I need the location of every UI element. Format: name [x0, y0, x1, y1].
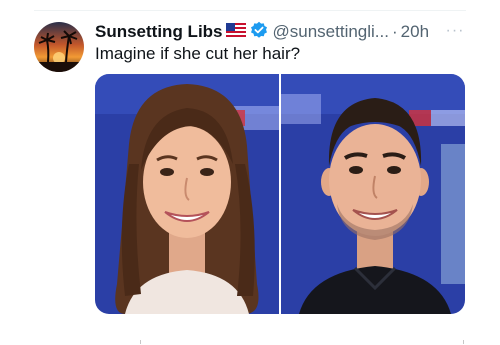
timestamp[interactable]: 20h — [401, 22, 429, 42]
user-handle[interactable]: @sunsettingli... — [273, 22, 389, 42]
us-flag-icon — [225, 22, 246, 42]
separator-dot: · — [391, 22, 398, 41]
photo-woman-long-hair[interactable] — [95, 74, 279, 314]
tweet-text: Imagine if she cut her hair? — [95, 44, 301, 63]
photo-man-short-hair[interactable] — [281, 74, 465, 314]
avatar[interactable] — [34, 22, 84, 72]
top-divider — [34, 10, 466, 11]
verified-badge-icon[interactable] — [250, 21, 268, 44]
more-options-icon[interactable]: ··· — [443, 20, 467, 42]
media-grid[interactable] — [95, 74, 465, 314]
avatar-sunset-image — [34, 22, 84, 72]
cropped-edge-mark — [463, 340, 464, 344]
cropped-edge-mark — [140, 340, 141, 344]
display-name[interactable]: Sunsetting Libs — [95, 22, 223, 42]
tweet-header: Sunsetting Libs @sunsettingli... · 20h — [95, 21, 429, 43]
